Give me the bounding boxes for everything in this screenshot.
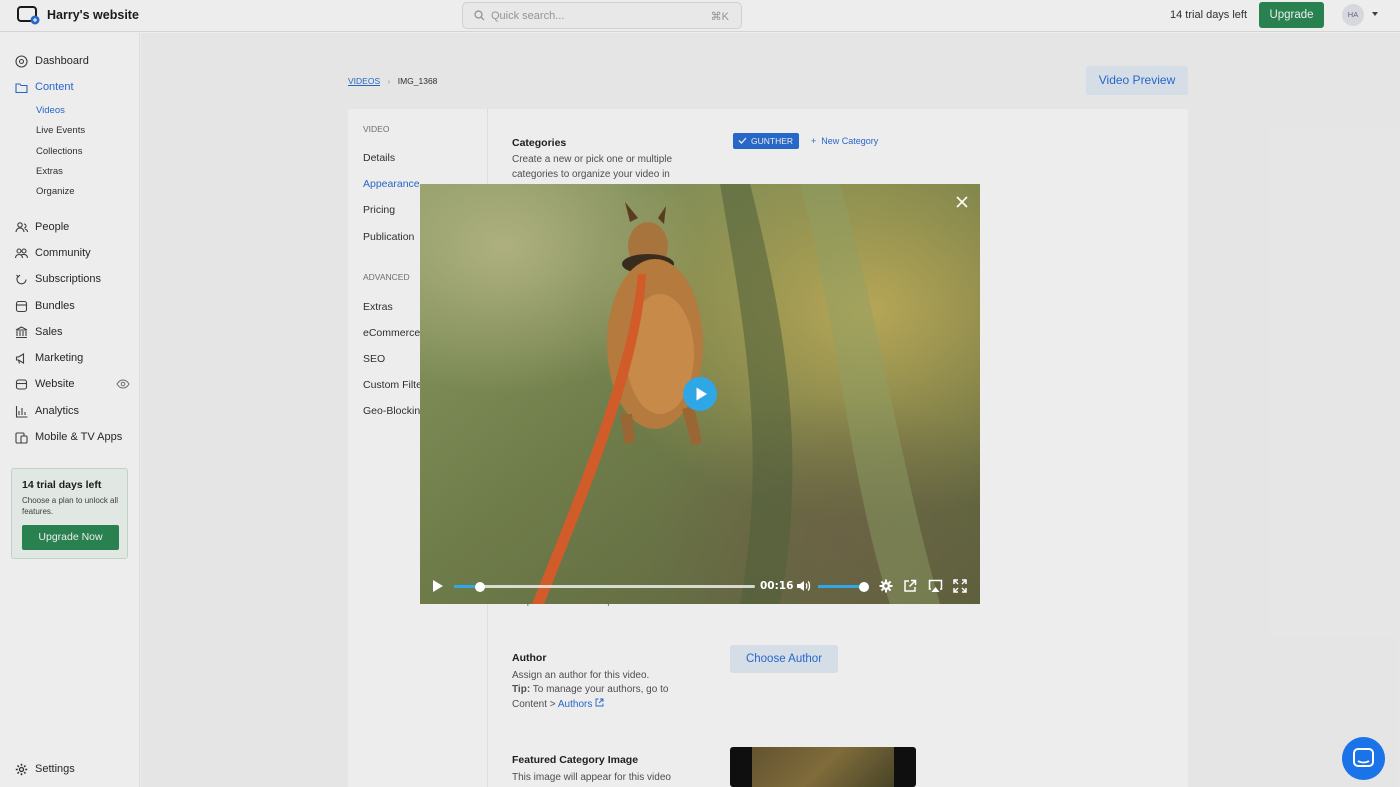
volume-fill bbox=[818, 585, 864, 588]
play-button[interactable] bbox=[683, 377, 717, 411]
volume-handle[interactable] bbox=[859, 581, 869, 592]
fullscreen-icon[interactable] bbox=[953, 579, 967, 593]
progress-handle[interactable] bbox=[474, 581, 485, 592]
airplay-icon[interactable] bbox=[928, 579, 943, 593]
progress-bar[interactable] bbox=[454, 581, 755, 592]
play-icon[interactable] bbox=[432, 579, 444, 593]
popout-icon[interactable] bbox=[903, 579, 917, 593]
playback-time: 00:16 bbox=[760, 580, 794, 592]
video-preview-modal: 00:16 bbox=[420, 184, 980, 604]
volume-icon[interactable] bbox=[796, 579, 811, 593]
chat-icon bbox=[1353, 748, 1374, 767]
gear-icon[interactable] bbox=[879, 579, 893, 593]
close-icon[interactable] bbox=[954, 194, 970, 210]
play-icon bbox=[696, 387, 707, 401]
chat-widget-button[interactable] bbox=[1342, 737, 1385, 780]
volume-slider[interactable] bbox=[818, 581, 869, 592]
player-controls: 00:16 bbox=[420, 568, 980, 604]
